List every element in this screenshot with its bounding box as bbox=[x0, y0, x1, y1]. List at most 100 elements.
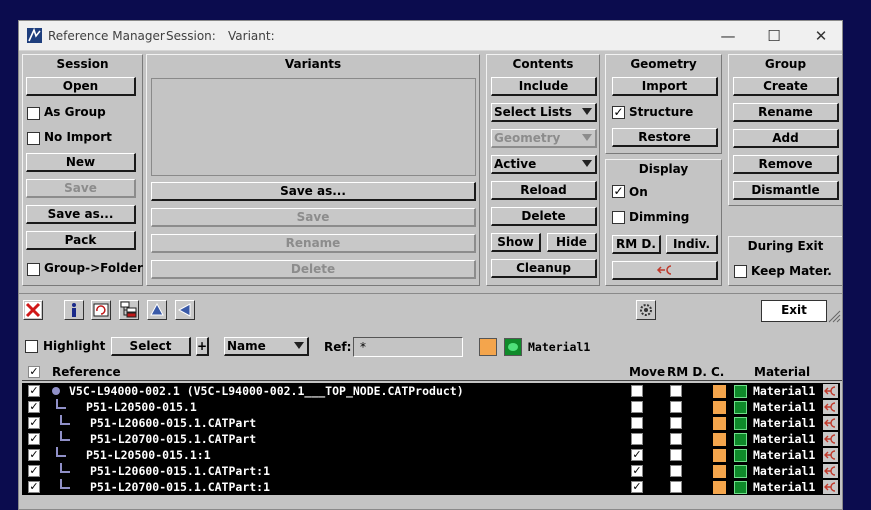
material-icon[interactable] bbox=[734, 401, 747, 414]
link-icon[interactable] bbox=[823, 432, 838, 446]
display-link-button[interactable] bbox=[612, 261, 718, 280]
link-icon[interactable] bbox=[823, 416, 838, 430]
material-icon[interactable] bbox=[734, 481, 747, 494]
row-checkbox[interactable]: ✓ bbox=[28, 449, 40, 461]
col-move[interactable]: Move bbox=[629, 365, 665, 379]
material-icon[interactable] bbox=[734, 385, 747, 398]
move-checkbox[interactable] bbox=[631, 417, 643, 429]
row-checkbox[interactable]: ✓ bbox=[28, 481, 40, 493]
row-checkbox[interactable]: ✓ bbox=[28, 385, 40, 397]
color-swatch[interactable] bbox=[479, 338, 497, 356]
table-row[interactable]: ✓ P51-L20600-015.1.CATPart:1 ✓ Material1 bbox=[22, 463, 840, 479]
table-row[interactable]: ✓ P51-L20600-015.1.CATPart Material1 bbox=[22, 415, 840, 431]
pack-button[interactable]: Pack bbox=[26, 231, 136, 250]
material-icon[interactable] bbox=[734, 465, 747, 478]
rm-d-checkbox[interactable] bbox=[670, 417, 682, 429]
left-arrow-icon[interactable] bbox=[175, 300, 195, 320]
resize-grip-icon[interactable] bbox=[827, 309, 841, 323]
color-swatch[interactable] bbox=[713, 449, 726, 462]
as-group-checkbox[interactable] bbox=[27, 107, 40, 120]
table-row[interactable]: ✓ P51-L20500-015.1 Material1 bbox=[22, 399, 840, 415]
link-icon[interactable] bbox=[823, 384, 838, 398]
move-checkbox[interactable] bbox=[631, 433, 643, 445]
include-button[interactable]: Include bbox=[491, 77, 597, 96]
show-button[interactable]: Show bbox=[491, 233, 541, 252]
row-checkbox[interactable]: ✓ bbox=[28, 465, 40, 477]
row-checkbox[interactable]: ✓ bbox=[28, 417, 40, 429]
col-reference[interactable]: Reference bbox=[52, 365, 121, 379]
move-checkbox[interactable]: ✓ bbox=[631, 481, 643, 493]
geometry-dropdown[interactable]: Geometry bbox=[491, 129, 597, 148]
link-icon[interactable] bbox=[823, 448, 838, 462]
color-swatch[interactable] bbox=[713, 433, 726, 446]
variants-save-button[interactable]: Save bbox=[151, 208, 476, 227]
save-button[interactable]: Save bbox=[26, 179, 136, 198]
restore-button[interactable]: Restore bbox=[612, 128, 718, 147]
settings-icon[interactable] bbox=[636, 300, 656, 320]
row-checkbox[interactable]: ✓ bbox=[28, 433, 40, 445]
dimming-checkbox[interactable] bbox=[612, 211, 625, 224]
select-button[interactable]: Select bbox=[111, 337, 191, 356]
col-c[interactable]: C. bbox=[711, 365, 724, 379]
refresh-icon[interactable] bbox=[91, 300, 111, 320]
link-icon[interactable] bbox=[823, 464, 838, 478]
indiv-button[interactable]: Indiv. bbox=[666, 235, 718, 254]
name-dropdown[interactable]: Name bbox=[224, 337, 309, 356]
active-dropdown[interactable]: Active bbox=[491, 155, 597, 174]
color-swatch[interactable] bbox=[713, 385, 726, 398]
row-checkbox[interactable]: ✓ bbox=[28, 401, 40, 413]
variants-rename-button[interactable]: Rename bbox=[151, 234, 476, 253]
color-swatch[interactable] bbox=[713, 417, 726, 430]
rm-d-button[interactable]: RM D. bbox=[612, 235, 661, 254]
material-icon[interactable] bbox=[734, 433, 747, 446]
move-checkbox[interactable]: ✓ bbox=[631, 449, 643, 461]
rm-d-checkbox[interactable] bbox=[670, 433, 682, 445]
cleanup-button[interactable]: Cleanup bbox=[491, 259, 597, 278]
color-swatch[interactable] bbox=[713, 465, 726, 478]
new-button[interactable]: New bbox=[26, 153, 136, 172]
material-icon[interactable] bbox=[504, 338, 522, 356]
minimize-button[interactable]: — bbox=[705, 21, 751, 51]
header-checkbox[interactable]: ✓ bbox=[28, 366, 40, 378]
table-row[interactable]: ✓ P51-L20500-015.1:1 ✓ Material1 bbox=[22, 447, 840, 463]
group-create-button[interactable]: Create bbox=[733, 77, 839, 96]
ref-input[interactable]: * bbox=[353, 337, 463, 357]
up-arrow-icon[interactable] bbox=[147, 300, 167, 320]
group-folder-checkbox[interactable] bbox=[27, 263, 40, 276]
delete-button[interactable]: Delete bbox=[491, 207, 597, 226]
move-checkbox[interactable] bbox=[631, 401, 643, 413]
move-checkbox[interactable]: ✓ bbox=[631, 465, 643, 477]
rm-d-checkbox[interactable] bbox=[670, 401, 682, 413]
save-as-button[interactable]: Save as... bbox=[26, 205, 136, 224]
rm-d-checkbox[interactable] bbox=[670, 449, 682, 461]
table-row[interactable]: ✓ P51-L20700-015.1.CATPart Material1 bbox=[22, 431, 840, 447]
dismantle-button[interactable]: Dismantle bbox=[733, 181, 839, 200]
no-import-checkbox[interactable] bbox=[27, 132, 40, 145]
color-swatch[interactable] bbox=[713, 401, 726, 414]
highlight-checkbox[interactable] bbox=[25, 340, 38, 353]
move-checkbox[interactable] bbox=[631, 385, 643, 397]
exit-button[interactable]: Exit bbox=[761, 300, 827, 322]
plus-button[interactable]: + bbox=[196, 337, 209, 356]
variants-delete-button[interactable]: Delete bbox=[151, 260, 476, 279]
tree-icon[interactable] bbox=[119, 300, 139, 320]
col-rm-d[interactable]: RM D. bbox=[667, 365, 707, 379]
display-on-checkbox[interactable]: ✓ bbox=[612, 185, 625, 198]
select-lists-dropdown[interactable]: Select Lists bbox=[491, 103, 597, 122]
material-icon[interactable] bbox=[734, 449, 747, 462]
variants-list[interactable] bbox=[151, 78, 476, 176]
keep-mater-checkbox[interactable] bbox=[734, 265, 747, 278]
info-icon[interactable] bbox=[64, 300, 84, 320]
rm-d-checkbox[interactable] bbox=[670, 481, 682, 493]
variants-save-as-button[interactable]: Save as... bbox=[151, 182, 476, 201]
rm-d-checkbox[interactable] bbox=[670, 465, 682, 477]
hide-button[interactable]: Hide bbox=[547, 233, 597, 252]
reload-button[interactable]: Reload bbox=[491, 181, 597, 200]
group-add-button[interactable]: Add bbox=[733, 129, 839, 148]
structure-checkbox[interactable]: ✓ bbox=[612, 106, 625, 119]
col-material[interactable]: Material bbox=[754, 365, 810, 379]
group-remove-button[interactable]: Remove bbox=[733, 155, 839, 174]
delete-icon[interactable] bbox=[23, 300, 43, 320]
color-swatch[interactable] bbox=[713, 481, 726, 494]
close-button[interactable]: ✕ bbox=[798, 21, 842, 51]
